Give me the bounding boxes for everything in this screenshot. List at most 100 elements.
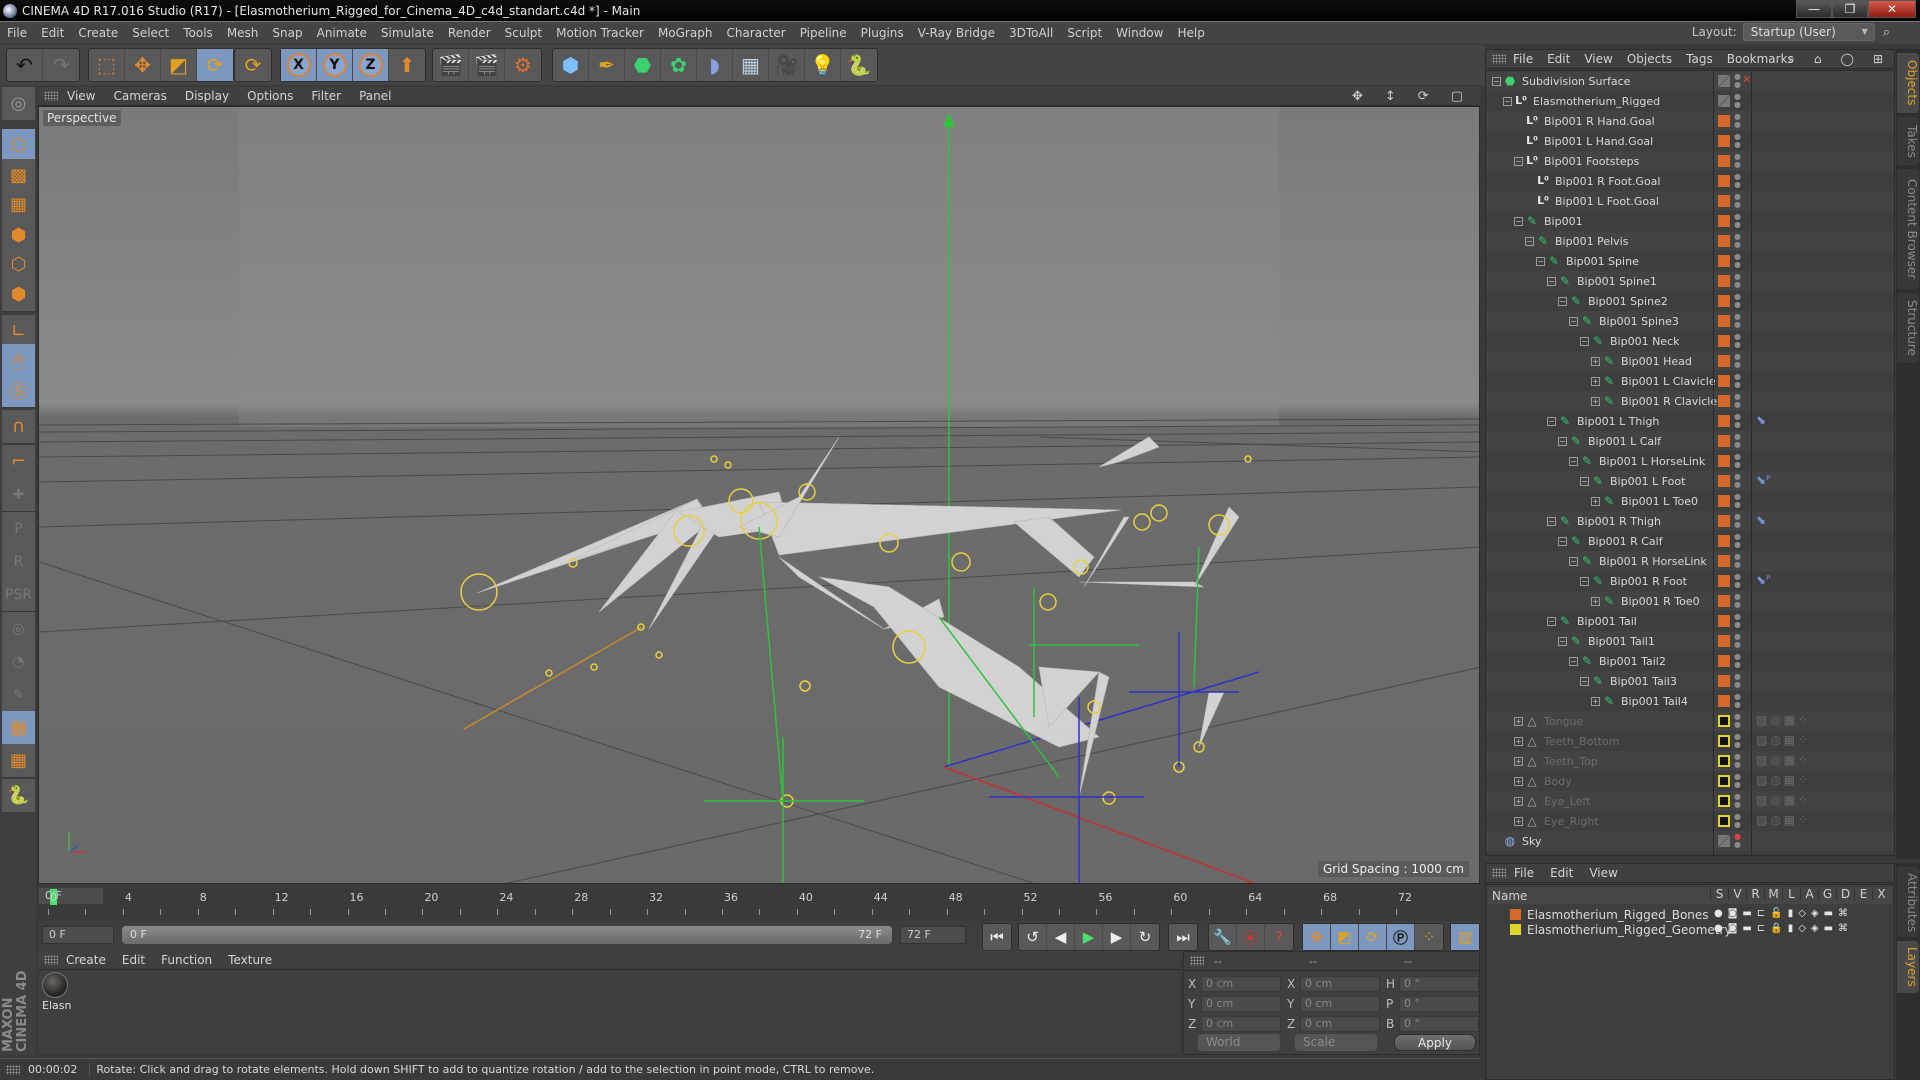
visibility-dots-icon[interactable]: ● ● (1734, 213, 1741, 229)
collapse-icon[interactable]: − (1547, 416, 1556, 426)
om-menu-edit[interactable]: Edit (1540, 52, 1577, 66)
collapse-icon[interactable]: − (1558, 296, 1567, 306)
key-position-button[interactable]: ✥ (1303, 924, 1331, 950)
key-scale-button[interactable]: ◩ (1331, 924, 1359, 950)
layer-row[interactable]: Elasmotherium_Rigged_Bones ●◙▬⊏🔓▮◇◈▬⌘ (1488, 907, 1892, 922)
visibility-dots-icon[interactable]: ● ● (1734, 653, 1741, 669)
layer-color-icon[interactable] (1718, 535, 1730, 547)
timeline-ruler[interactable]: 0 F 0 4 8 12 16 20 24 28 32 36 40 44 48 52 56 60 64 68 72 (38, 887, 1480, 921)
camera-button[interactable]: 🎥 (769, 49, 805, 81)
visibility-dots-icon[interactable]: ● ● (1734, 393, 1741, 409)
object-name[interactable]: Bip001 L Foot.Goal (1555, 195, 1659, 208)
expand-icon[interactable]: + (1591, 496, 1600, 506)
render-settings-button[interactable]: ⚙ (505, 49, 541, 81)
lm-menu-view[interactable]: View (1581, 866, 1625, 880)
object-row[interactable]: L⁰ Bip001 R Hand.Goal ● ● (1486, 111, 1894, 131)
menu-mesh[interactable]: Mesh (220, 26, 266, 40)
autokey-button[interactable]: ? (1265, 924, 1293, 950)
key-parameter-button[interactable]: Ⓟ (1387, 924, 1415, 950)
object-name[interactable]: Teeth_Top (1544, 755, 1598, 768)
object-row[interactable]: − ✎ Bip001 R Foot ● ● ⬊ᴾ (1486, 571, 1894, 591)
object-row[interactable]: − ✎ Bip001 R Thigh ● ● ⬊ (1486, 511, 1894, 531)
collapse-icon[interactable]: − (1503, 96, 1512, 106)
object-name[interactable]: Bip001 Neck (1610, 335, 1680, 348)
object-name[interactable]: Sky (1522, 835, 1541, 848)
object-name[interactable]: Bip001 R Hand.Goal (1544, 115, 1655, 128)
menu-window[interactable]: Window (1109, 26, 1170, 40)
close-button[interactable]: ✕ (1868, 0, 1916, 18)
object-name[interactable]: Bip001 R Foot.Goal (1555, 175, 1660, 188)
object-row[interactable]: − ✎ Bip001 R Calf ● ● (1486, 531, 1894, 551)
workplane-cycle-button[interactable]: ▦ (2, 744, 35, 778)
layer-color-icon[interactable] (1718, 155, 1730, 167)
visibility-dots-icon[interactable]: ● ● (1734, 773, 1741, 789)
add-joint-button[interactable]: ✚ (2, 478, 35, 512)
expand-icon[interactable]: + (1514, 716, 1523, 726)
object-name[interactable]: Bip001 Footsteps (1544, 155, 1639, 168)
visibility-dots-icon[interactable]: ● ● (1734, 533, 1741, 549)
object-name[interactable]: Elasmotherium_Rigged (1533, 95, 1660, 108)
layer-column-x[interactable]: X (1872, 887, 1890, 901)
layer-column-s[interactable]: S (1710, 887, 1728, 901)
layer-color-icon[interactable] (1718, 115, 1730, 127)
orbit-icon[interactable]: ⟳ (1409, 89, 1438, 104)
layer-toggle-icons[interactable]: ●◙▬⊏🔓▮◇◈▬⌘ (1714, 908, 1853, 919)
collapse-icon[interactable]: − (1569, 656, 1578, 666)
object-name[interactable]: Body (1544, 775, 1572, 788)
floor-button[interactable]: ▦ (733, 49, 769, 81)
search-icon[interactable]: ⌕ (1883, 25, 1890, 40)
layer-color-icon[interactable] (1718, 315, 1730, 327)
layer-color-icon[interactable] (1718, 415, 1730, 427)
make-editable-button[interactable]: ◎ (2, 87, 35, 121)
expand-icon[interactable]: + (1514, 796, 1523, 806)
timeline-button[interactable]: ▥ (1451, 924, 1479, 950)
menu-snap[interactable]: Snap (265, 26, 309, 40)
layer-color-icon[interactable] (1718, 295, 1730, 307)
object-name[interactable]: Bip001 R Foot (1610, 575, 1687, 588)
material-tags-icon[interactable]: ▨◎▦⁘ (1756, 813, 1811, 827)
previous-key-button[interactable]: ↺ (1019, 924, 1047, 950)
frame-range-slider[interactable]: 0 F 72 F (122, 926, 892, 944)
pose-p-button[interactable]: P (2, 512, 35, 546)
object-name[interactable]: Bip001 L Foot (1610, 475, 1685, 488)
layer-column-v[interactable]: V (1728, 887, 1746, 901)
play-button[interactable]: ▶ (1075, 924, 1103, 950)
layer-name[interactable]: Elasmotherium_Rigged_Geometry (1527, 923, 1732, 937)
object-name[interactable]: Bip001 R Toe0 (1621, 595, 1700, 608)
menu-file[interactable]: File (0, 26, 34, 40)
collapse-icon[interactable]: − (1547, 276, 1556, 286)
go-to-start-button[interactable]: ⏮ (983, 924, 1011, 950)
layer-column-r[interactable]: R (1746, 887, 1764, 901)
viewport-menu-panel[interactable]: Panel (350, 89, 400, 103)
layer-name[interactable]: Elasmotherium_Rigged_Bones (1527, 908, 1709, 922)
visibility-dots-icon[interactable]: ● ● (1734, 273, 1741, 289)
collapse-icon[interactable]: − (1580, 336, 1589, 346)
z-axis-lock[interactable]: Z (353, 49, 389, 81)
object-row[interactable]: L⁰ Bip001 L Foot.Goal ● ● (1486, 191, 1894, 211)
x-axis-lock[interactable]: X (281, 49, 317, 81)
start-frame-field[interactable]: 0 F (42, 926, 114, 944)
object-row[interactable]: + ✎ Bip001 R Clavicle ● ● (1486, 391, 1894, 411)
visibility-dots-icon[interactable]: ● ● (1734, 753, 1741, 769)
next-key-button[interactable]: ↻ (1131, 924, 1159, 950)
visibility-dots-icon[interactable]: ● ● (1734, 833, 1741, 849)
object-name[interactable]: Teeth_Bottom (1544, 735, 1620, 748)
tab-layers[interactable]: Layers (1897, 941, 1919, 993)
render-view-button[interactable]: 🎬 (433, 49, 469, 81)
collapse-icon[interactable]: − (1492, 76, 1501, 86)
enabled-toggle-icon[interactable]: ✕ (1742, 73, 1751, 86)
layer-color-icon[interactable] (1718, 275, 1730, 287)
visibility-dots-icon[interactable]: ● ● (1734, 133, 1741, 149)
expand-icon[interactable]: + (1591, 396, 1600, 406)
key-pla-button[interactable]: ⁘ (1415, 924, 1443, 950)
rotation-h-field[interactable]: 0 ° (1399, 976, 1479, 992)
collapse-icon[interactable]: − (1580, 476, 1589, 486)
visibility-dots-icon[interactable]: ● ● (1734, 293, 1741, 309)
visibility-dots-icon[interactable]: ● ● (1734, 573, 1741, 589)
visibility-dots-icon[interactable]: ● ● (1734, 813, 1741, 829)
object-name[interactable]: Bip001 Tail2 (1599, 655, 1666, 668)
expand-icon[interactable]: + (1514, 736, 1523, 746)
material-tags-icon[interactable]: ▨◎▦⁘ (1756, 713, 1811, 727)
cloner-button[interactable]: ✿ (661, 49, 697, 81)
visibility-dots-icon[interactable]: ● ● (1734, 713, 1741, 729)
